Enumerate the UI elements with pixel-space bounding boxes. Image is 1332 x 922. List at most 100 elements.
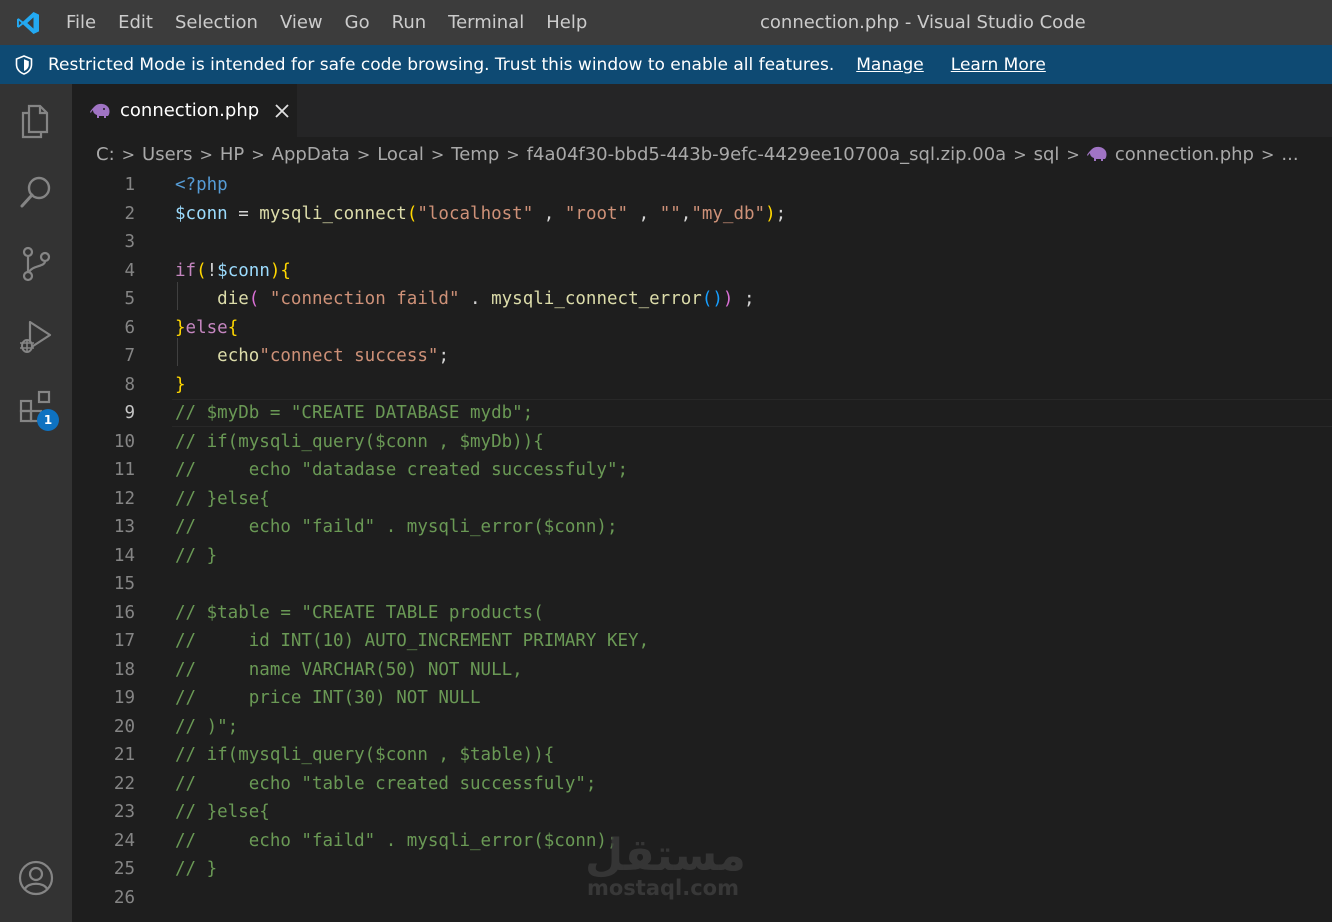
breadcrumb-item[interactable]: f4a04f30-bbd5-443b-9efc-4429ee10700a_sql…: [527, 144, 1007, 165]
breadcrumb-item[interactable]: C:: [96, 144, 115, 165]
breadcrumb-item[interactable]: connection.php: [1115, 144, 1254, 165]
code-line[interactable]: 16 // $table = "CREATE TABLE products(: [72, 599, 1332, 627]
code-token: $conn: [217, 260, 270, 281]
chevron-right-icon: >: [506, 144, 520, 164]
code-line[interactable]: 23 // }else{: [72, 798, 1332, 826]
breadcrumb-item[interactable]: Users: [142, 144, 192, 165]
code-text: $conn = mysqli_connect("localhost" , "ro…: [175, 200, 786, 228]
breadcrumb-item[interactable]: HP: [220, 144, 244, 165]
menu-help[interactable]: Help: [535, 0, 598, 45]
code-token: ;: [775, 203, 787, 224]
breadcrumb-item[interactable]: ...: [1281, 144, 1298, 165]
code-line[interactable]: 4 if(!$conn){: [72, 257, 1332, 285]
code-line[interactable]: 22 // echo "table created successfuly";: [72, 770, 1332, 798]
tab-connection-php[interactable]: connection.php: [72, 84, 297, 137]
chevron-right-icon: >: [356, 144, 371, 164]
code-token: ): [722, 289, 734, 309]
code-line[interactable]: 19 // price INT(30) NOT NULL: [72, 684, 1332, 712]
line-number: 3: [124, 232, 135, 252]
extensions-icon[interactable]: [0, 372, 72, 444]
code-line[interactable]: 7 echo"connect success";: [72, 342, 1332, 370]
code-line[interactable]: 9 // $myDb = "CREATE DATABASE mydb";: [72, 399, 1332, 427]
code-token: // )";: [175, 716, 239, 737]
code-token: // }: [175, 545, 218, 566]
code-line[interactable]: 20 // )";: [72, 713, 1332, 741]
code-token: {: [280, 260, 291, 281]
search-icon[interactable]: [0, 156, 72, 228]
learn-more-link[interactable]: Learn More: [951, 55, 1046, 75]
line-number: 12: [113, 488, 135, 509]
chevron-right-icon: >: [1066, 144, 1080, 164]
code-text: // }: [175, 542, 217, 570]
code-line[interactable]: 3: [72, 228, 1332, 256]
chevron-right-icon: >: [199, 144, 213, 164]
menu-view[interactable]: View: [269, 0, 334, 45]
chevron-right-icon: >: [430, 144, 445, 164]
code-line[interactable]: 21 // if(mysqli_query($conn , $table)){: [72, 741, 1332, 769]
code-token: ;: [733, 289, 755, 309]
restricted-mode-message: Restricted Mode is intended for safe cod…: [48, 54, 835, 75]
code-token: // }else{: [175, 488, 270, 509]
explorer-icon[interactable]: [0, 84, 72, 156]
breadcrumb-item[interactable]: Local: [377, 144, 424, 165]
code-token: mysqli_connect: [259, 203, 407, 224]
code-line[interactable]: 13 // echo "faild" . mysqli_error($conn);: [72, 513, 1332, 541]
code-text: // }else{: [175, 798, 270, 826]
code-text: // name VARCHAR(50) NOT NULL,: [175, 656, 523, 684]
code-line[interactable]: 17 // id INT(10) AUTO_INCREMENT PRIMARY K…: [72, 627, 1332, 655]
code-text: // echo "table created successfuly";: [175, 770, 596, 798]
code-text: // }: [175, 855, 217, 883]
menu-run[interactable]: Run: [381, 0, 438, 45]
close-icon[interactable]: [273, 102, 291, 120]
code-token: // }: [175, 859, 218, 879]
code-line[interactable]: 12 // }else{: [72, 485, 1332, 513]
code-token: // price INT(30) NOT NULL: [175, 688, 481, 708]
accounts-icon[interactable]: [0, 842, 72, 914]
menu-edit[interactable]: Edit: [107, 0, 164, 45]
line-number: 1: [124, 175, 135, 195]
code-token: // $table = "CREATE TABLE products(: [175, 602, 544, 623]
code-token: !: [206, 260, 218, 281]
code-token: ): [765, 203, 776, 224]
menu-bar: File Edit Selection View Go Run Terminal Help: [55, 0, 598, 45]
code-line[interactable]: 11 // echo "datadase created successfuly"…: [72, 456, 1332, 484]
code-line[interactable]: 1 <?php: [72, 171, 1332, 199]
line-number: 14: [113, 545, 135, 566]
code-text: // echo "datadase created successfuly";: [175, 456, 628, 484]
code-token: {: [227, 317, 239, 338]
breadcrumb-item[interactable]: sql: [1034, 144, 1060, 165]
run-debug-icon[interactable]: [0, 300, 72, 372]
code-text: // price INT(30) NOT NULL: [175, 684, 481, 712]
code-token: ;: [438, 346, 449, 366]
editor-tabs: connection.php: [72, 84, 1332, 137]
code-line[interactable]: 6}else{: [72, 314, 1332, 342]
code-line[interactable]: 18 // name VARCHAR(50) NOT NULL,: [72, 656, 1332, 684]
code-token: }: [175, 374, 186, 395]
code-text: // }else{: [175, 485, 270, 513]
manage-link[interactable]: Manage: [856, 55, 924, 75]
menu-selection[interactable]: Selection: [164, 0, 269, 45]
code-token: <?php: [175, 175, 228, 195]
code-token: .: [459, 289, 492, 309]
breadcrumb-item[interactable]: Temp: [451, 144, 499, 165]
code-token: ,: [533, 203, 565, 224]
code-line[interactable]: 14 // }: [72, 542, 1332, 570]
watermark-arabic: مستقل: [585, 830, 747, 881]
menu-file[interactable]: File: [55, 0, 107, 45]
code-editor[interactable]: 1 <?php 2 $conn = mysqli_connect("localhost…: [72, 170, 1332, 922]
line-number: 17: [113, 631, 135, 651]
source-control-icon[interactable]: [0, 228, 72, 300]
code-line[interactable]: 15: [72, 570, 1332, 598]
line-number: 2: [124, 203, 135, 224]
code-text: // echo "faild" . mysqli_error($conn);: [175, 513, 618, 541]
code-text: }else{: [175, 314, 238, 342]
code-line[interactable]: 2 $conn = mysqli_connect("localhost" , "r…: [72, 200, 1332, 228]
code-token: if: [175, 260, 197, 281]
menu-terminal[interactable]: Terminal: [437, 0, 535, 45]
breadcrumb-item[interactable]: AppData: [272, 144, 350, 165]
title-bar: File Edit Selection View Go Run Terminal Help c…: [0, 0, 1332, 45]
menu-go[interactable]: Go: [334, 0, 381, 45]
code-line[interactable]: 10 // if(mysqli_query($conn , $myDb)){: [72, 428, 1332, 456]
code-line[interactable]: 8}: [72, 371, 1332, 399]
code-line[interactable]: 5 die( "connection faild" . mysqli_conne…: [72, 285, 1332, 313]
